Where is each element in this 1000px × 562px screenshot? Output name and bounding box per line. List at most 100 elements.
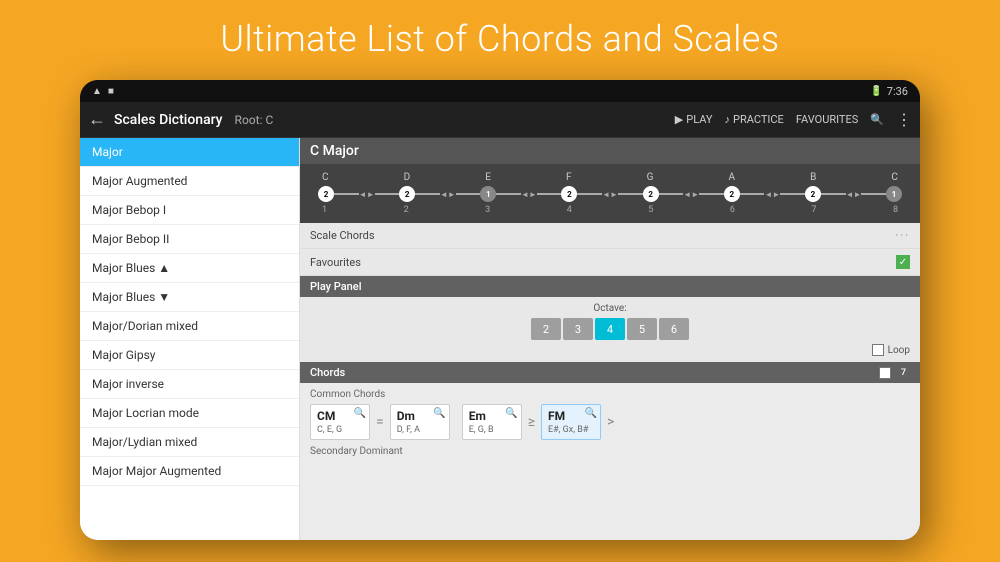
- separator-1: =: [374, 404, 386, 440]
- back-button[interactable]: ←: [88, 109, 106, 130]
- loop-checkbox[interactable]: [872, 344, 884, 356]
- connector-5: [496, 193, 521, 195]
- octave-5[interactable]: 5: [627, 318, 657, 340]
- loop-row: Loop: [310, 344, 910, 356]
- chord-notes-fm: E#, Gx, B#: [548, 425, 594, 435]
- octave-buttons: 2 3 4 5 6: [310, 318, 910, 340]
- practice-label: PRACTICE: [733, 113, 784, 126]
- chords-title: Chords: [310, 366, 345, 379]
- note-label-g: G: [647, 172, 654, 183]
- chords-count: 7: [897, 367, 910, 379]
- chord-notes-dm: D, F, A: [397, 425, 443, 435]
- right-panel: C Major C D E F G A B C: [300, 138, 920, 540]
- signal-icon: ▲: [92, 86, 102, 97]
- secondary-dominant-label: Secondary Dominant: [310, 446, 910, 457]
- status-bar: ▲ ■ 🔋 7:36: [80, 80, 920, 102]
- connector-9: [659, 193, 684, 195]
- arrow-3: ◄►: [521, 190, 537, 199]
- separator-2: [454, 404, 458, 440]
- chord-search-cm[interactable]: 🔍: [354, 408, 366, 419]
- note-node-a: 2: [724, 186, 740, 202]
- note-label-f: F: [566, 172, 572, 183]
- connector-8: [618, 193, 643, 195]
- scale-item-major-blues-down[interactable]: Major Blues ▼: [80, 283, 299, 312]
- scale-item-major-bebop-i[interactable]: Major Bebop I: [80, 196, 299, 225]
- connector-4: [456, 193, 481, 195]
- separator-3: ≥: [526, 404, 537, 440]
- main-area: Major Major Augmented Major Bebop I Majo…: [80, 138, 920, 540]
- scale-diagram: C D E F G A B C 2 ◄►: [300, 164, 920, 223]
- note-node-d: 2: [399, 186, 415, 202]
- note-label-b: B: [810, 172, 816, 183]
- connector-13: [821, 193, 846, 195]
- favourites-row[interactable]: Favourites ✓: [300, 249, 920, 276]
- connector-3: [415, 193, 440, 195]
- favourites-button[interactable]: FAVOURITES: [796, 113, 858, 126]
- app-title: Scales Dictionary: [114, 112, 223, 128]
- search-icon: 🔍: [870, 113, 884, 126]
- search-button[interactable]: 🔍: [870, 113, 884, 126]
- status-left: ▲ ■: [92, 86, 114, 97]
- chords-header: Chords 7: [300, 362, 920, 383]
- num-label-3: 3: [485, 205, 490, 215]
- app-bar: ← Scales Dictionary Root: C ▶ PLAY ♪ PRA…: [80, 102, 920, 138]
- practice-button[interactable]: ♪ PRACTICE: [725, 113, 784, 126]
- favourites-label: Favourites: [310, 256, 361, 269]
- wifi-icon: ■: [108, 86, 114, 97]
- arrow-5: ◄►: [683, 190, 699, 199]
- scale-diagram-inner: C D E F G A B C 2 ◄►: [310, 170, 910, 217]
- scale-chords-row[interactable]: Scale Chords ···: [300, 223, 920, 249]
- play-panel-content: Octave: 2 3 4 5 6 Loop: [300, 297, 920, 362]
- scale-item-major-bebop-ii[interactable]: Major Bebop II: [80, 225, 299, 254]
- num-label-7: 7: [811, 205, 816, 215]
- chord-card-cm[interactable]: CM C, E, G 🔍: [310, 404, 370, 440]
- more-button[interactable]: ⋮: [896, 110, 912, 129]
- chord-search-dm[interactable]: 🔍: [433, 408, 445, 419]
- chord-card-dm[interactable]: Dm D, F, A 🔍: [390, 404, 450, 440]
- scale-item-major-inverse[interactable]: Major inverse: [80, 370, 299, 399]
- scale-item-major-gipsy[interactable]: Major Gipsy: [80, 341, 299, 370]
- app-bar-actions: ▶ PLAY ♪ PRACTICE FAVOURITES 🔍 ⋮: [675, 110, 912, 129]
- note-label-e: E: [485, 172, 491, 183]
- chord-search-em[interactable]: 🔍: [505, 408, 517, 419]
- scale-item-major-locrian[interactable]: Major Locrian mode: [80, 399, 299, 428]
- note-label-a: A: [729, 172, 736, 183]
- chord-notes-cm: C, E, G: [317, 425, 363, 435]
- scale-item-major-dorian[interactable]: Major/Dorian mixed: [80, 312, 299, 341]
- connector-7: [577, 193, 602, 195]
- scale-item-major-major-augmented[interactable]: Major Major Augmented: [80, 457, 299, 486]
- chord-search-fm[interactable]: 🔍: [585, 408, 597, 419]
- connector-6: [537, 193, 562, 195]
- connector-12: [780, 193, 805, 195]
- num-label-6: 6: [730, 205, 735, 215]
- arrow-4: ◄►: [602, 190, 618, 199]
- scale-item-major-augmented[interactable]: Major Augmented: [80, 167, 299, 196]
- favourites-label: FAVOURITES: [796, 113, 858, 126]
- octave-3[interactable]: 3: [563, 318, 593, 340]
- note-node-c2: 1: [886, 186, 902, 202]
- chord-card-em[interactable]: Em E, G, B 🔍: [462, 404, 522, 440]
- tablet-shell: ▲ ■ 🔋 7:36 ← Scales Dictionary Root: C ▶…: [80, 80, 920, 540]
- note-node-e: 1: [480, 186, 496, 202]
- scale-item-major[interactable]: Major: [80, 138, 299, 167]
- connector-2: [375, 193, 400, 195]
- common-chords-label: Common Chords: [310, 389, 910, 400]
- octave-6[interactable]: 6: [659, 318, 689, 340]
- notes-track: 2 ◄► 2 ◄► 1 ◄► 2 ◄►: [318, 186, 902, 202]
- note-node-b: 2: [805, 186, 821, 202]
- octave-4[interactable]: 4: [595, 318, 625, 340]
- chord-cards: CM C, E, G 🔍 = Dm D, F, A 🔍 Em: [310, 404, 910, 440]
- favourites-checkbox[interactable]: ✓: [896, 255, 910, 269]
- play-button[interactable]: ▶ PLAY: [675, 113, 713, 126]
- scale-chords-label: Scale Chords: [310, 229, 375, 242]
- scale-item-major-blues-up[interactable]: Major Blues ▲: [80, 254, 299, 283]
- scale-list: Major Major Augmented Major Bebop I Majo…: [80, 138, 300, 540]
- scale-item-major-lydian[interactable]: Major/Lydian mixed: [80, 428, 299, 457]
- chord-card-fm[interactable]: FM E#, Gx, B# 🔍: [541, 404, 601, 440]
- note-node-c1: 2: [318, 186, 334, 202]
- battery-icon: 🔋: [870, 86, 882, 97]
- num-label-8: 8: [893, 205, 898, 215]
- octave-2[interactable]: 2: [531, 318, 561, 340]
- chords-checkbox[interactable]: [879, 367, 891, 379]
- octave-label: Octave:: [310, 303, 910, 314]
